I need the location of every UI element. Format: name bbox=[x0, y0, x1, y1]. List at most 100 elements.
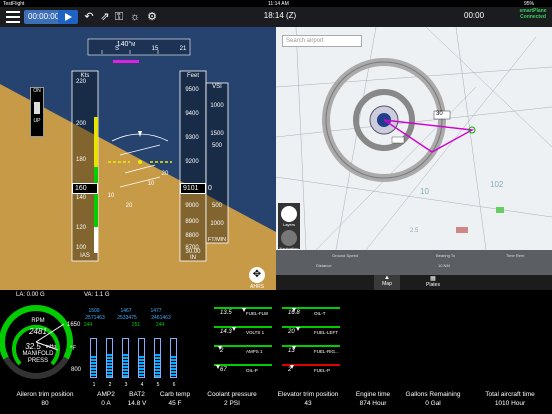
onup-switch[interactable]: ON UP bbox=[30, 87, 44, 137]
cylinder-bar-fill bbox=[123, 354, 128, 377]
rpm-label: RPM bbox=[31, 318, 45, 324]
altitude-label: Feet bbox=[186, 73, 199, 79]
footer-label: Elevator trim position bbox=[277, 391, 339, 398]
plates-tab-icon: ▦ bbox=[430, 276, 436, 282]
timer-play-button[interactable] bbox=[58, 10, 78, 24]
cht-value: 251 bbox=[131, 322, 141, 328]
cylinder-bar-fill bbox=[171, 356, 176, 377]
ias-tick: 100 bbox=[75, 245, 86, 251]
fuel-right-label: FUEL-RIG... bbox=[314, 349, 339, 354]
cylinder-bar-fill bbox=[155, 354, 160, 377]
vsi-unit: FT/MIN bbox=[207, 237, 227, 243]
footer-value: 80 bbox=[41, 400, 49, 407]
ias-tick: 180 bbox=[75, 157, 86, 163]
cylinder-bar-fill bbox=[139, 356, 144, 377]
volts-value: 14.3 bbox=[220, 329, 232, 335]
gauge-fuel-right: 13 FUEL-RIG... bbox=[282, 345, 344, 359]
layers-button[interactable] bbox=[281, 206, 297, 222]
gauge-oil-pressure: 67 OIL-P bbox=[214, 364, 276, 378]
cylinder-bar bbox=[90, 338, 97, 378]
footer-label: Carb temp bbox=[159, 391, 191, 398]
map-info-bar: Ground Speed Bearing To Time Rem Distanc… bbox=[276, 250, 552, 275]
switch-knob[interactable] bbox=[34, 102, 40, 114]
footer-total-aircraft-time: Total aircraft time 1010 Hour bbox=[470, 390, 550, 408]
cht-value: 244 bbox=[83, 322, 93, 328]
temp-scale-min: 800 bbox=[71, 367, 82, 373]
tab-plates[interactable]: ▦ Plates bbox=[420, 275, 446, 290]
attitude-background bbox=[0, 38, 276, 290]
cylinder-bar bbox=[170, 338, 177, 378]
footer-bat2: BAT2 14.8 V bbox=[122, 390, 152, 408]
footer-value: 0 Gal bbox=[425, 400, 441, 407]
footer-value: 0 A bbox=[101, 400, 111, 407]
oil-temp-value: 16.8 bbox=[288, 310, 300, 316]
footer-value: 45 F bbox=[168, 400, 182, 407]
smartplane-status: smartPlane Connected bbox=[516, 8, 550, 20]
airport-search-input[interactable]: Search airport bbox=[282, 35, 362, 47]
footer-label: Aileron trim position bbox=[16, 391, 74, 398]
fuel-right-value: 13 bbox=[288, 348, 295, 354]
cylinder-bar bbox=[122, 338, 129, 378]
app-screen: TestFlight 11:14 AM 95% 00:00:00 ↶ ⇗ ⚿ ☼… bbox=[0, 0, 552, 414]
info-distance-label: Distance bbox=[316, 263, 332, 268]
tab-map[interactable]: ▲ Map bbox=[374, 275, 400, 290]
moving-map[interactable]: 30 102 10 2.5 Search airport Layers Navi… bbox=[276, 27, 552, 290]
brightness-icon[interactable]: ☼ bbox=[128, 10, 142, 24]
smartplane-connection: Connected bbox=[520, 14, 546, 20]
zulu-clock: 18:14 (Z) bbox=[263, 11, 297, 20]
tab-plates-label: Plates bbox=[426, 282, 440, 288]
parameter-footer: Aileron trim position 80 AMP2 0 A BAT2 1… bbox=[0, 386, 552, 414]
heading-tick: 21 bbox=[179, 46, 187, 52]
lock-icon[interactable]: ⚿ bbox=[112, 10, 126, 24]
settings-icon[interactable]: ⚙ bbox=[145, 10, 159, 24]
vertical-accel: VA: 1.1 G bbox=[84, 292, 110, 298]
mp-label: MANIFOLD bbox=[22, 351, 54, 357]
altitude-tick: 8900 bbox=[185, 219, 199, 225]
fuel-left-label: FUEL-LEFT bbox=[314, 330, 339, 335]
footer-label: Total aircraft time bbox=[485, 391, 535, 398]
fuel-flow-value: 13.5 bbox=[220, 310, 232, 316]
map-label: 10 bbox=[420, 187, 429, 196]
altitude-tick: 8800 bbox=[185, 233, 199, 239]
pitch-line bbox=[119, 144, 161, 156]
egt-bottom: 2533475 bbox=[117, 315, 137, 321]
cylinder-bar-fill bbox=[91, 356, 96, 377]
mp-label-2: PRESS bbox=[27, 358, 49, 364]
vsi-tick: 500 bbox=[211, 143, 222, 149]
gauge-fuel-pressure: 2 FUEL-P bbox=[282, 364, 344, 378]
heading-bug bbox=[113, 60, 139, 63]
cylinder-bar bbox=[138, 338, 145, 378]
ahrs-label: AHRS bbox=[250, 284, 264, 290]
footer-value: 43 bbox=[304, 400, 312, 407]
fuel-left-value: 20 bbox=[288, 329, 295, 335]
amps-value: 2 bbox=[220, 348, 224, 354]
external-link-icon[interactable]: ⇗ bbox=[98, 10, 112, 24]
flight-timer[interactable]: 00:00 bbox=[464, 11, 484, 20]
heading-unit: M bbox=[131, 42, 136, 48]
info-ground-speed: Ground Speed bbox=[332, 253, 359, 258]
navigation-button[interactable] bbox=[281, 230, 297, 246]
heading-tick: S bbox=[114, 46, 119, 52]
cylinder-bar bbox=[154, 338, 161, 378]
ahrs-button[interactable]: ✥ AHRS bbox=[246, 267, 268, 290]
heading-tick: 15 bbox=[151, 46, 159, 52]
menu-icon[interactable] bbox=[6, 11, 20, 23]
ias-tick: 140 bbox=[75, 195, 86, 201]
map-side-panel: Layers Navigation bbox=[278, 203, 300, 251]
egt-bottom: 2461463 bbox=[151, 315, 171, 321]
oil-pressure-label: OIL-P bbox=[246, 368, 258, 373]
amps-label: AMPS 1 bbox=[246, 349, 263, 354]
altitude-tick: 9400 bbox=[185, 111, 199, 117]
temp-unit: °F bbox=[70, 346, 77, 352]
info-bearing: Bearing To bbox=[436, 253, 456, 258]
mp-value: 32.5 bbox=[25, 342, 41, 351]
rewind-icon[interactable]: ↶ bbox=[82, 10, 96, 24]
cylinder-bar-fill bbox=[107, 354, 112, 377]
ias-readout: 160 bbox=[72, 183, 98, 194]
lateral-accel: LA: 0.00 G bbox=[16, 292, 45, 298]
tab-map-label: Map bbox=[382, 281, 392, 287]
ahrs-icon: ✥ bbox=[249, 267, 265, 283]
layers-label: Layers bbox=[282, 222, 295, 227]
oil-temp-label: OIL-T bbox=[314, 311, 326, 316]
footer-aileron-trim: Aileron trim position 80 bbox=[2, 390, 88, 408]
